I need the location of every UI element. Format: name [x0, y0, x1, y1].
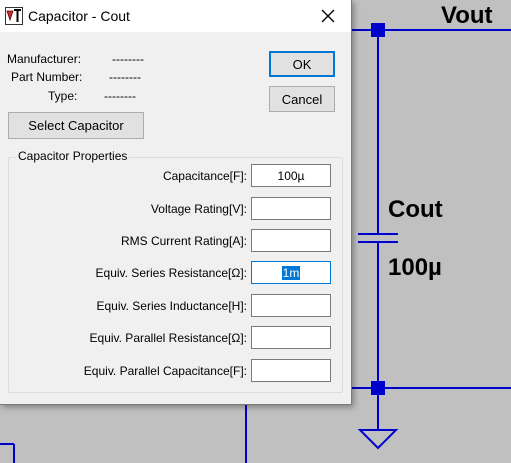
manufacturer-value: -------- — [112, 52, 144, 66]
esr-field[interactable]: 1m — [251, 261, 331, 284]
net-label-vout[interactable]: Vout — [441, 2, 493, 30]
esr-value: 1m — [281, 265, 301, 280]
rms-current-rating-field[interactable] — [251, 229, 331, 252]
cancel-button[interactable]: Cancel — [269, 86, 335, 112]
epr-label: Equiv. Parallel Resistance[Ω]: — [89, 331, 247, 345]
select-capacitor-button[interactable]: Select Capacitor — [8, 112, 144, 139]
esl-field[interactable] — [251, 294, 331, 317]
capacitance-field[interactable]: 100µ — [251, 164, 331, 187]
epr-field[interactable] — [251, 326, 331, 349]
close-button[interactable] — [305, 0, 351, 32]
junction-top — [371, 23, 385, 37]
ltspice-app-icon — [5, 7, 23, 25]
rms-current-rating-label: RMS Current Rating[A]: — [120, 234, 247, 248]
close-icon — [321, 9, 335, 23]
window-title: Capacitor - Cout — [28, 8, 130, 24]
capacitor-dialog: Capacitor - Cout Manufacturer: -------- … — [0, 0, 352, 405]
epc-field[interactable] — [251, 359, 331, 382]
epc-label: Equiv. Parallel Capacitance[F]: — [83, 364, 247, 378]
title-bar[interactable]: Capacitor - Cout — [0, 0, 351, 32]
part-number-label: Part Number: — [11, 70, 83, 84]
voltage-rating-label: Voltage Rating[V]: — [150, 202, 247, 216]
esr-label: Equiv. Series Resistance[Ω]: — [95, 266, 247, 280]
junction-bottom — [371, 381, 385, 395]
component-name-label[interactable]: Cout — [388, 196, 443, 224]
capacitance-label: Capacitance[F]: — [162, 169, 247, 183]
part-number-value: -------- — [109, 70, 141, 84]
ok-button[interactable]: OK — [269, 51, 335, 77]
capacitance-value: 100µ — [277, 168, 305, 183]
manufacturer-label: Manufacturer: — [7, 52, 82, 66]
type-label: Type: — [48, 89, 78, 103]
esl-label: Equiv. Series Inductance[H]: — [96, 299, 247, 313]
type-value: -------- — [104, 89, 136, 103]
component-value-label[interactable]: 100µ — [388, 254, 442, 282]
group-title: Capacitor Properties — [16, 149, 130, 163]
voltage-rating-field[interactable] — [251, 197, 331, 220]
